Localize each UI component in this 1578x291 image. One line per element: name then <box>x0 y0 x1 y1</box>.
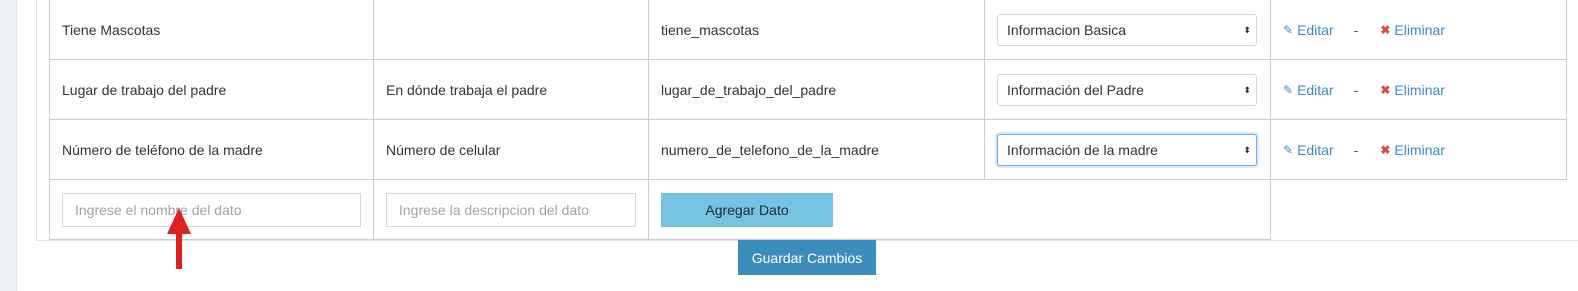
delete-button[interactable]: ✖ Eliminar <box>1380 22 1445 38</box>
x-icon: ✖ <box>1380 23 1391 37</box>
field-description-cell: En dónde trabaja el padre <box>373 59 649 120</box>
field-key: numero_de_telefono_de_la_madre <box>661 141 879 158</box>
table-row: Número de teléfono de la madre Número de… <box>49 119 1567 180</box>
pencil-icon: ✎ <box>1283 82 1294 97</box>
category-select-value: Información de la madre <box>1007 141 1158 158</box>
field-category-cell: Información del Padre ⬍ <box>984 59 1271 120</box>
field-actions-cell: ✎ Editar - ✖ Eliminar <box>1270 0 1567 60</box>
field-name-cell: Tiene Mascotas <box>49 0 374 60</box>
field-category-cell: Información de la madre ⬍ <box>984 119 1271 180</box>
new-name-cell <box>49 179 374 240</box>
select-arrows-icon: ⬍ <box>1243 84 1250 95</box>
action-separator: - <box>1353 22 1359 38</box>
new-field-row: Agregar Dato <box>49 179 1567 240</box>
field-key-cell: numero_de_telefono_de_la_madre <box>648 119 985 180</box>
edit-button[interactable]: ✎ Editar <box>1283 142 1334 158</box>
category-select-value: Informacion Basica <box>1007 22 1127 38</box>
field-actions-cell: ✎ Editar - ✖ Eliminar <box>1270 119 1567 180</box>
field-key: lugar_de_trabajo_del_padre <box>661 81 837 98</box>
edit-button[interactable]: ✎ Editar <box>1283 22 1334 38</box>
table-row: Tiene Mascotas tiene_mascotas Informacio… <box>49 0 1567 60</box>
field-key-cell: tiene_mascotas <box>648 0 985 60</box>
category-select[interactable]: Información del Padre ⬍ <box>997 73 1257 106</box>
x-icon: ✖ <box>1380 142 1391 157</box>
field-name: Número de teléfono de la madre <box>62 141 263 158</box>
fields-table: Tiene Mascotas tiene_mascotas Informacio… <box>49 0 1567 240</box>
table-row: Lugar de trabajo del padre En dónde trab… <box>49 59 1567 120</box>
field-category-cell: Informacion Basica ⬍ <box>984 0 1271 60</box>
new-description-cell <box>373 179 649 240</box>
field-description-cell: Número de celular <box>373 119 649 180</box>
empty-cell <box>1271 180 1567 240</box>
delete-label: Eliminar <box>1394 141 1445 158</box>
field-description: Número de celular <box>386 141 501 158</box>
red-arrow-annotation <box>167 208 191 269</box>
field-key: tiene_mascotas <box>661 22 760 38</box>
delete-label: Eliminar <box>1394 22 1445 38</box>
edit-label: Editar <box>1297 22 1334 38</box>
pencil-icon: ✎ <box>1283 23 1294 37</box>
field-name-cell: Número de teléfono de la madre <box>49 119 374 180</box>
select-arrows-icon: ⬍ <box>1243 144 1250 155</box>
category-select[interactable]: Información de la madre ⬍ <box>997 133 1257 166</box>
field-name: Lugar de trabajo del padre <box>62 81 227 98</box>
field-name-cell: Lugar de trabajo del padre <box>49 59 374 120</box>
empty-cell <box>984 179 1271 240</box>
action-separator: - <box>1353 141 1359 158</box>
field-actions-cell: ✎ Editar - ✖ Eliminar <box>1270 59 1567 120</box>
delete-button[interactable]: ✖ Eliminar <box>1380 82 1445 98</box>
delete-label: Eliminar <box>1394 81 1445 98</box>
sidebar-edge <box>0 0 17 291</box>
delete-button[interactable]: ✖ Eliminar <box>1380 142 1445 158</box>
edit-label: Editar <box>1297 81 1334 98</box>
field-description-cell <box>373 0 649 60</box>
add-field-button[interactable]: Agregar Dato <box>661 192 833 227</box>
field-description: En dónde trabaja el padre <box>386 81 548 98</box>
action-separator: - <box>1353 81 1359 98</box>
x-icon: ✖ <box>1380 82 1391 97</box>
category-select-value: Información del Padre <box>1007 81 1144 98</box>
edit-button[interactable]: ✎ Editar <box>1283 82 1334 98</box>
new-field-description-input[interactable] <box>386 192 636 227</box>
select-arrows-icon: ⬍ <box>1243 25 1250 35</box>
new-field-name-input[interactable] <box>62 192 361 227</box>
category-select[interactable]: Informacion Basica ⬍ <box>997 14 1257 46</box>
pencil-icon: ✎ <box>1283 142 1294 157</box>
save-changes-button[interactable]: Guardar Cambios <box>738 240 876 275</box>
edit-label: Editar <box>1297 141 1334 158</box>
add-button-cell: Agregar Dato <box>648 179 985 240</box>
field-name: Tiene Mascotas <box>62 22 161 38</box>
field-key-cell: lugar_de_trabajo_del_padre <box>648 59 985 120</box>
